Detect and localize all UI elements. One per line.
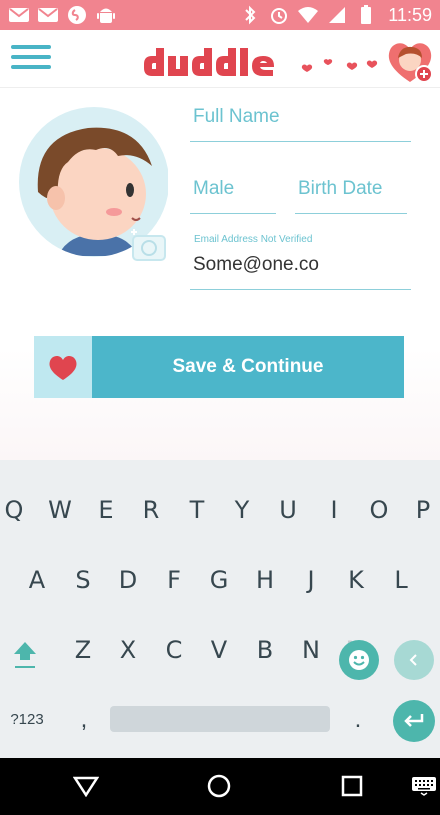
key-x[interactable]: X (108, 630, 148, 670)
menu-icon[interactable] (11, 45, 51, 75)
email-value: Some@one.co (193, 254, 319, 275)
email-field[interactable]: Email Address Not Verified Some@one.co (190, 230, 411, 290)
profile-add-icon[interactable] (386, 38, 434, 84)
key-b[interactable]: B (245, 630, 285, 670)
back-nav-icon[interactable] (66, 768, 106, 804)
bluetooth-icon (239, 5, 261, 25)
key-k[interactable]: K (336, 560, 376, 600)
duddle-logo (144, 48, 378, 76)
full-name-field[interactable]: Full Name (190, 102, 411, 142)
key-t[interactable]: T (177, 490, 217, 530)
keyboard-row-1: Q W E R T Y U I O P (0, 490, 440, 530)
keyboard-row-2: A S D F G H J K L (0, 560, 440, 600)
app-bar (0, 30, 440, 88)
key-n[interactable]: N (291, 630, 331, 670)
gender-field[interactable]: Male (190, 174, 276, 214)
signal-icon (326, 6, 348, 24)
key-v[interactable]: V (199, 630, 239, 670)
enter-icon[interactable] (393, 700, 435, 742)
emoji-icon[interactable] (339, 640, 379, 680)
key-h[interactable]: H (245, 560, 285, 600)
alarm-icon (268, 6, 290, 24)
key-p[interactable]: P (403, 490, 440, 530)
birth-date-field[interactable]: Birth Date (295, 174, 407, 214)
shazam-icon (66, 6, 88, 24)
comma-key[interactable]: , (64, 700, 104, 740)
birth-date-placeholder: Birth Date (298, 178, 383, 199)
key-y[interactable]: Y (222, 490, 262, 530)
status-bar: 11:59 (0, 0, 440, 30)
heart-icon (34, 336, 92, 398)
symbols-key[interactable]: ?123 (5, 706, 49, 732)
gender-placeholder: Male (193, 178, 235, 199)
email-status-label: Email Address Not Verified (194, 234, 313, 245)
key-j[interactable]: J (291, 560, 331, 600)
gmail-icon (8, 6, 30, 24)
keyboard-switch-icon[interactable] (404, 768, 440, 804)
full-name-placeholder: Full Name (193, 106, 280, 127)
recents-nav-icon[interactable] (332, 768, 372, 804)
camera-icon[interactable] (129, 228, 169, 264)
space-bar[interactable] (110, 706, 330, 732)
key-q[interactable]: Q (0, 490, 34, 530)
battery-icon (355, 5, 377, 24)
save-continue-button[interactable]: Save & Continue (34, 336, 404, 398)
key-e[interactable]: E (86, 490, 126, 530)
app-screen: 11:59 Full Name Male Birth Date Email Ad… (0, 0, 440, 815)
chevron-left-icon[interactable] (394, 640, 434, 680)
key-s[interactable]: S (63, 560, 103, 600)
key-i[interactable]: I (314, 490, 354, 530)
period-key[interactable]: . (338, 700, 378, 740)
wifi-icon (297, 6, 319, 24)
key-o[interactable]: O (359, 490, 399, 530)
key-r[interactable]: R (131, 490, 171, 530)
key-u[interactable]: U (268, 490, 308, 530)
key-a[interactable]: A (17, 560, 57, 600)
key-c[interactable]: C (154, 630, 194, 670)
home-nav-icon[interactable] (199, 768, 239, 804)
key-w[interactable]: W (40, 490, 80, 530)
android-icon (95, 6, 117, 24)
soft-keyboard: Q W E R T Y U I O P A S D F G H J K L Z … (0, 460, 440, 758)
key-l[interactable]: L (381, 560, 421, 600)
navigation-bar (0, 758, 440, 815)
key-d[interactable]: D (108, 560, 148, 600)
status-time: 11:59 (388, 4, 432, 25)
profile-form: Full Name Male Birth Date Email Address … (0, 88, 440, 460)
save-button-label: Save & Continue (92, 336, 404, 398)
key-z[interactable]: Z (63, 630, 103, 670)
gmail-icon (37, 6, 59, 24)
key-f[interactable]: F (154, 560, 194, 600)
key-g[interactable]: G (199, 560, 239, 600)
